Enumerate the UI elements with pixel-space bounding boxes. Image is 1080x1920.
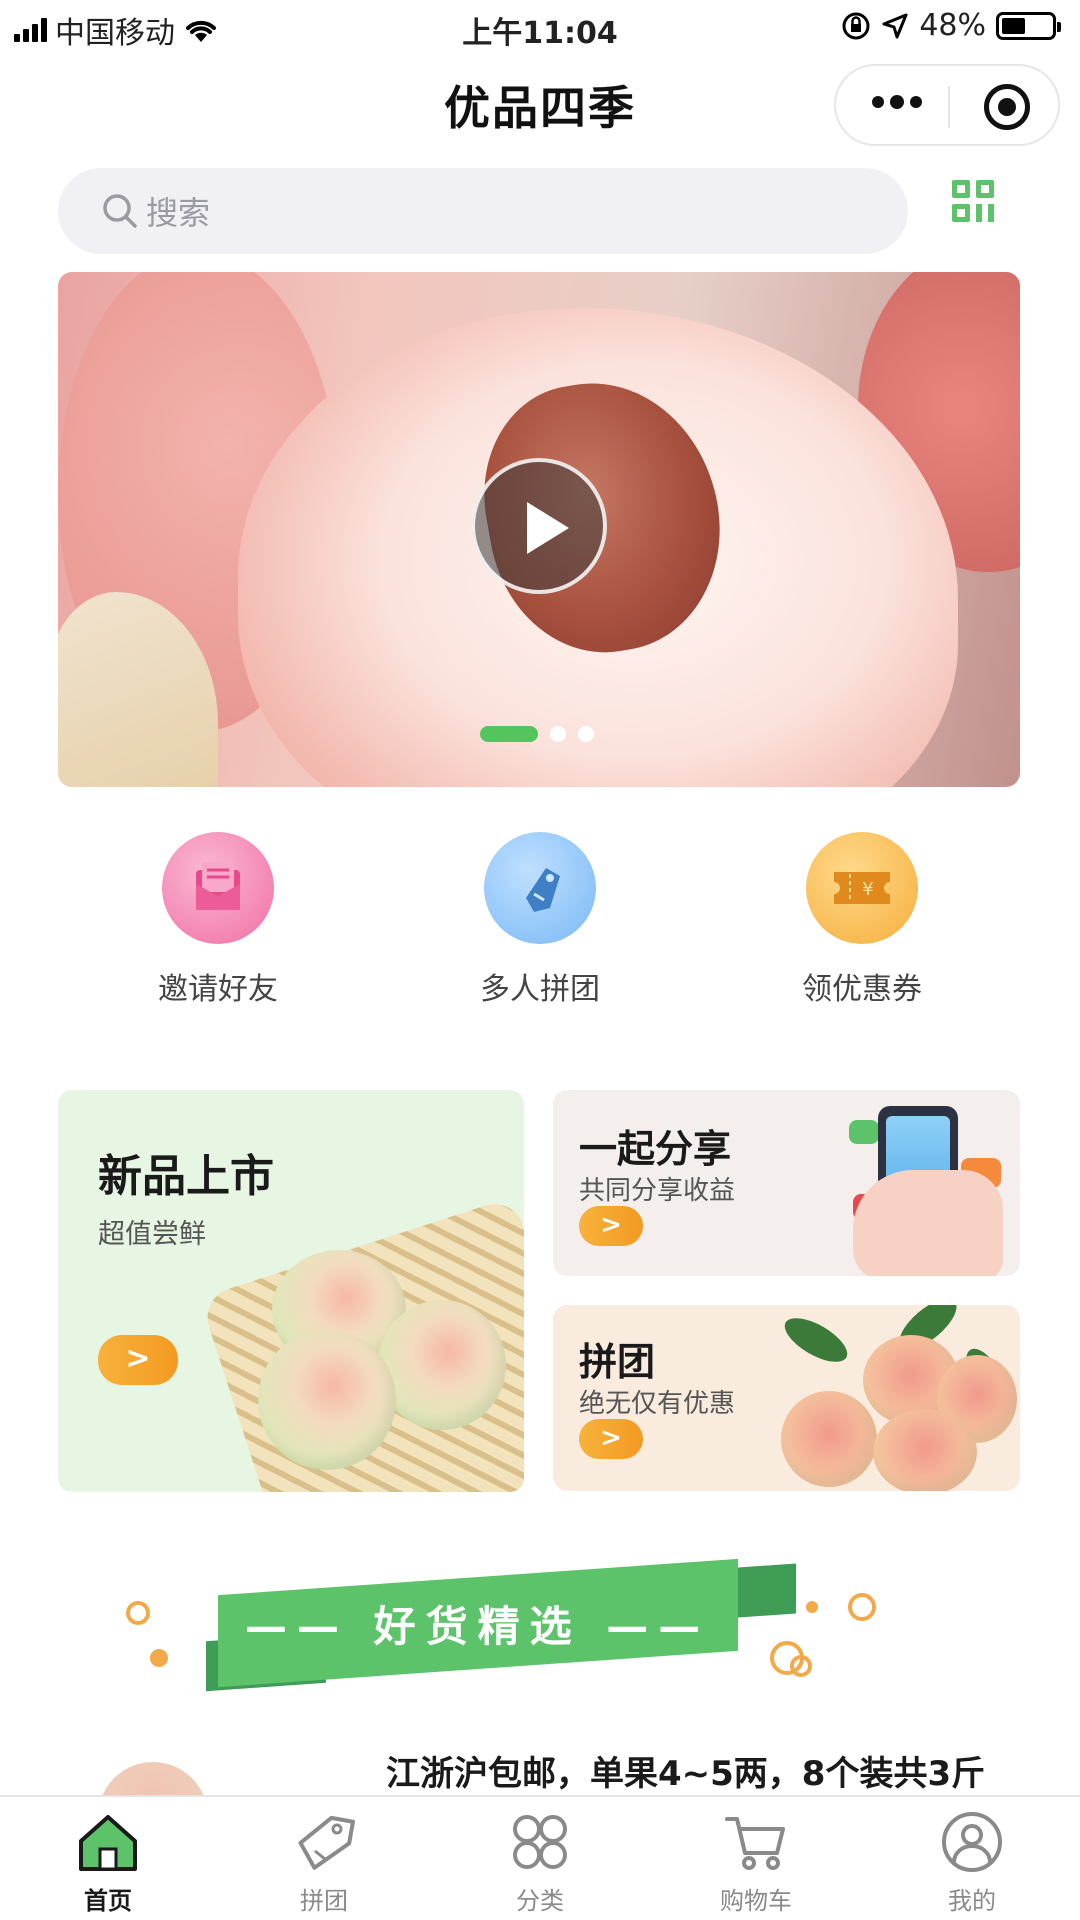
svg-text:¥: ¥ — [862, 879, 873, 900]
chat-bubble-icon — [849, 1120, 879, 1144]
promo-title: 新品上市 — [98, 1151, 274, 1202]
indicator-dot[interactable] — [550, 726, 566, 742]
tab-label: 分类 — [516, 1887, 564, 1915]
location-icon — [882, 13, 908, 38]
tab-label: 首页 — [84, 1887, 132, 1915]
capsule-divider — [948, 86, 950, 128]
tab-label: 我的 — [948, 1887, 996, 1915]
ribbon: —— 好货精选 —— — [218, 1558, 738, 1688]
hero-banner[interactable] — [58, 272, 1020, 787]
envelope-icon — [162, 832, 274, 944]
promo-subtitle: 超值尝鲜 — [98, 1219, 206, 1250]
tab-bar: 首页 拼团 分类 购物车 我的 — [0, 1795, 1080, 1920]
promo-subtitle: 共同分享收益 — [579, 1176, 736, 1206]
indicator-dot[interactable] — [480, 726, 538, 742]
arrow-button[interactable]: > — [98, 1335, 178, 1385]
play-icon[interactable] — [471, 458, 607, 594]
peach-image — [873, 1409, 977, 1491]
search-bar[interactable]: 搜索 — [58, 168, 908, 254]
category-icon — [513, 1815, 567, 1869]
tab-profile[interactable]: 我的 — [864, 1797, 1080, 1920]
section-title: —— 好货精选 —— — [245, 1601, 711, 1651]
quick-action-coupon[interactable]: ¥ 领优惠券 — [752, 832, 972, 1008]
peach-image — [378, 1300, 506, 1430]
user-icon — [942, 1812, 1002, 1872]
leaf-image — [778, 1309, 854, 1371]
decor-ring — [848, 1593, 876, 1621]
more-icon[interactable] — [872, 95, 922, 109]
arrow-button[interactable]: > — [579, 1419, 643, 1459]
decor-ring — [126, 1601, 150, 1625]
status-right: 48% — [841, 8, 1061, 43]
battery-percent: 48% — [919, 8, 986, 43]
section-header: —— 好货精选 —— — [0, 1555, 1080, 1705]
promo-subtitle: 绝无仅有优惠 — [579, 1389, 736, 1419]
status-bar: 中国移动 上午11:04 48% — [0, 0, 1080, 56]
promo-card-group[interactable]: 拼团 绝无仅有优惠 > — [553, 1305, 1020, 1491]
home-icon — [79, 1815, 137, 1871]
promo-title: 拼团 — [579, 1340, 656, 1384]
hand-illustration — [853, 1170, 1003, 1276]
battery-icon — [996, 11, 1061, 40]
peach-image — [781, 1391, 877, 1487]
tab-cart[interactable]: 购物车 — [648, 1797, 864, 1920]
decor-dot — [806, 1601, 818, 1613]
decor-ring — [790, 1655, 812, 1677]
tab-home[interactable]: 首页 — [0, 1797, 216, 1920]
promo-title: 一起分享 — [579, 1127, 732, 1171]
banner-indicators — [480, 726, 594, 742]
product-image[interactable] — [58, 1742, 308, 1802]
quick-action-label: 邀请好友 — [158, 972, 278, 1007]
quick-action-label: 领优惠券 — [802, 972, 922, 1007]
tab-group-buy[interactable]: 拼团 — [216, 1797, 432, 1920]
quick-action-group[interactable]: 多人拼团 — [430, 832, 650, 1008]
mini-program-capsule — [834, 64, 1060, 146]
rotation-lock-icon — [842, 12, 870, 39]
tab-label: 拼团 — [300, 1887, 348, 1915]
decor-dot — [150, 1649, 168, 1667]
tag-icon — [484, 832, 596, 944]
promo-card-new-arrivals[interactable]: 新品上市 超值尝鲜 > — [58, 1090, 524, 1492]
close-miniprogram-icon[interactable] — [984, 84, 1030, 130]
promo-card-share[interactable]: 一起分享 共同分享收益 > — [553, 1090, 1020, 1276]
qr-grid-icon[interactable] — [950, 178, 998, 226]
product-title[interactable]: 江浙沪包邮，单果4~5两，8个装共3斤 — [386, 1746, 985, 1795]
search-placeholder: 搜索 — [146, 194, 211, 232]
indicator-dot[interactable] — [578, 726, 594, 742]
peach-image — [258, 1330, 396, 1470]
arrow-button[interactable]: > — [579, 1206, 643, 1246]
search-icon — [103, 194, 137, 228]
coupon-icon: ¥ — [806, 832, 918, 944]
tab-label: 购物车 — [720, 1887, 792, 1915]
quick-action-label: 多人拼团 — [480, 972, 600, 1007]
cart-icon — [725, 1817, 785, 1870]
quick-action-invite[interactable]: 邀请好友 — [108, 832, 328, 1008]
tab-category[interactable]: 分类 — [432, 1797, 648, 1920]
tag-icon — [298, 1815, 355, 1870]
